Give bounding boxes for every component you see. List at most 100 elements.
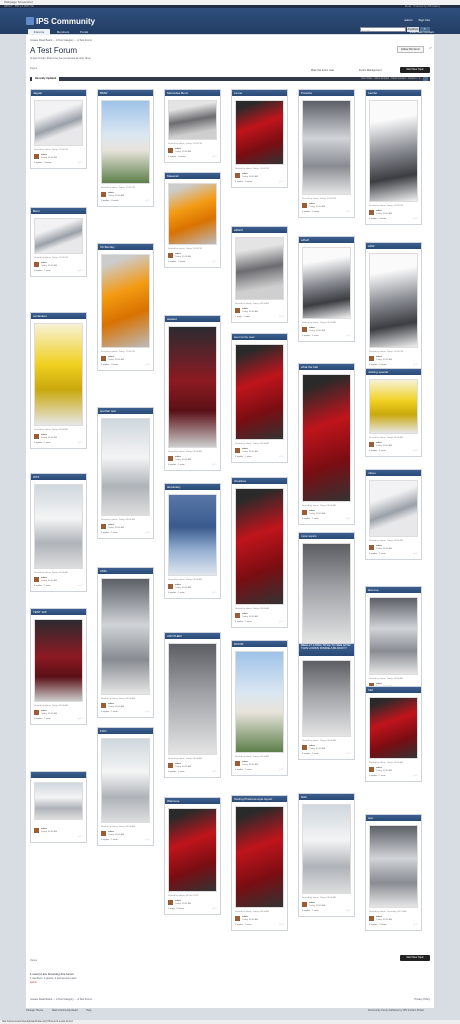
topic-title[interactable]: more topics bbox=[299, 533, 354, 539]
topic-card[interactable]: Testing Pinterest-style layout Started by… bbox=[231, 795, 288, 931]
sign-out-link[interactable]: Sign Out bbox=[418, 18, 430, 22]
topic-title[interactable]: Jaguar bbox=[31, 90, 86, 96]
topic-title[interactable]: chotobox bbox=[232, 478, 287, 484]
topic-title[interactable]: last one bbox=[366, 587, 421, 593]
topic-title[interactable]: fdsf bbox=[366, 687, 421, 693]
avatar[interactable] bbox=[168, 584, 173, 589]
mark-community-read-link[interactable]: Mark Community Read bbox=[52, 1009, 78, 1012]
breadcrumb[interactable]: Grease Road Board → A Test Category → A … bbox=[30, 39, 92, 42]
avatar[interactable] bbox=[34, 434, 39, 439]
topic-card[interactable]: sdfsdf Started by admin, Today, 09:06 AM a… bbox=[298, 236, 355, 342]
avatar[interactable] bbox=[235, 613, 240, 618]
avatar[interactable] bbox=[235, 448, 240, 453]
moderation-checkbox-icon[interactable]: ◷ ☐ bbox=[145, 839, 150, 842]
avatar[interactable] bbox=[34, 154, 39, 159]
moderation-checkbox-icon[interactable]: ◷ ☐ bbox=[413, 775, 418, 778]
topic-card[interactable]: test Started by admin, Yesterday, 09:11 A… bbox=[365, 814, 422, 931]
sort-options[interactable]: Start Date · Most Replied · Most Viewed … bbox=[361, 77, 420, 81]
topic-image[interactable] bbox=[369, 480, 418, 537]
moderation-checkbox-icon[interactable]: ◷ ☐ bbox=[346, 335, 351, 338]
topic-title[interactable]: nothing special bbox=[366, 369, 421, 375]
breadcrumb-bottom[interactable]: Grease Road Board → A Test Category → A … bbox=[30, 998, 92, 1001]
moderation-checkbox-icon[interactable]: ◷ ☐ bbox=[413, 364, 418, 367]
change-theme-link[interactable]: Change Theme bbox=[26, 1009, 43, 1012]
topic-card[interactable]: ANOTHER Started by admin, Today, 09:06 AM… bbox=[164, 632, 221, 778]
topic-card[interactable]: BMW Started by admin, Today, 11:06 PM admi… bbox=[97, 89, 154, 207]
start-new-topic-button[interactable]: Start New Topic bbox=[400, 67, 430, 73]
topic-image[interactable] bbox=[101, 418, 150, 516]
moderation-checkbox-icon[interactable]: ◷ ☐ bbox=[78, 836, 83, 839]
avatar[interactable] bbox=[34, 262, 39, 267]
avatar[interactable] bbox=[101, 356, 106, 361]
avatar[interactable] bbox=[101, 192, 106, 197]
topic-image[interactable] bbox=[168, 494, 217, 576]
topic-card[interactable]: asdasd Started by admin, Today, 09:06 AM a… bbox=[164, 315, 221, 471]
topic-image[interactable] bbox=[369, 697, 418, 759]
topic-card[interactable]: another test Started by admin, Today, 09:… bbox=[97, 407, 154, 539]
avatar[interactable] bbox=[34, 577, 39, 582]
pagination-bottom[interactable]: Pages bbox=[30, 959, 37, 962]
topic-card[interactable]: absolutely Started by admin, Today, 09:06… bbox=[164, 483, 221, 599]
topic-title[interactable]: REALLY LONG TITLE TO SEE HOW THIS LOOKS … bbox=[299, 644, 354, 656]
topic-image[interactable] bbox=[235, 806, 284, 908]
moderation-checkbox-icon[interactable]: ◷ ☐ bbox=[279, 924, 284, 927]
avatar[interactable] bbox=[369, 356, 374, 361]
moderation-checkbox-icon[interactable]: ◷ ☐ bbox=[78, 718, 83, 721]
topic-image[interactable] bbox=[235, 488, 284, 605]
topic-image[interactable] bbox=[34, 323, 83, 426]
moderation-checkbox-icon[interactable]: ◷ ☐ bbox=[413, 450, 418, 453]
topic-image[interactable] bbox=[302, 660, 351, 737]
topic-card[interactable]: nothing special Started by admin, Today, … bbox=[365, 368, 422, 457]
topic-title[interactable]: absolutely bbox=[165, 484, 220, 490]
topic-card[interactable]: Lexus Started by admin, Today, 11:06 PM ad… bbox=[231, 89, 288, 188]
pagination[interactable]: Pages bbox=[30, 67, 37, 70]
topic-image[interactable] bbox=[369, 253, 418, 348]
topic-card[interactable]: WTF Started by admin, Today, 09:06 AM admi… bbox=[30, 473, 87, 592]
moderation-checkbox-icon[interactable]: ◷ ☐ bbox=[279, 456, 284, 459]
topic-title[interactable]: sdfsfsf bbox=[232, 227, 287, 233]
avatar[interactable] bbox=[369, 767, 374, 772]
topic-image[interactable] bbox=[302, 543, 351, 644]
topic-image[interactable] bbox=[168, 808, 217, 892]
topic-image[interactable] bbox=[235, 100, 284, 165]
moderation-checkbox-icon[interactable]: ◷ ☐ bbox=[413, 218, 418, 221]
topic-title[interactable]: mbau bbox=[366, 470, 421, 476]
topic-title[interactable]: BMW bbox=[98, 90, 153, 96]
topic-image[interactable] bbox=[101, 738, 150, 823]
avatar[interactable] bbox=[235, 173, 240, 178]
topic-card[interactable]: admin Today, 09:06 AM ◷ ☐ bbox=[30, 771, 87, 843]
avatar[interactable] bbox=[168, 253, 173, 258]
topic-card[interactable]: last one Started by admin, Today, 09:06 A… bbox=[365, 586, 422, 698]
user-link[interactable]: admin bbox=[404, 18, 412, 22]
topic-image[interactable] bbox=[34, 619, 83, 702]
moderation-checkbox-icon[interactable]: ◷ ☐ bbox=[413, 924, 418, 927]
topic-card[interactable]: Porsche Started by admin, Today, 11:06 PM… bbox=[298, 89, 355, 218]
avatar[interactable] bbox=[34, 710, 39, 715]
start-new-topic-button-bottom[interactable]: Start New Topic bbox=[400, 955, 430, 961]
site-logo[interactable]: IPS Community bbox=[26, 17, 95, 26]
moderation-checkbox-icon[interactable]: ◷ ☐ bbox=[212, 771, 217, 774]
avatar[interactable] bbox=[168, 148, 173, 153]
topic-title[interactable]: soon to be over bbox=[232, 334, 287, 340]
avatar[interactable] bbox=[101, 831, 106, 836]
topic-title[interactable]: Mercedes-Benz bbox=[165, 90, 220, 96]
topic-card[interactable]: Mercedes-Benz Started by admin, Today, 11… bbox=[164, 89, 221, 163]
topic-image[interactable] bbox=[235, 237, 284, 300]
moderation-checkbox-icon[interactable]: ◷ ☐ bbox=[145, 200, 150, 203]
topic-image[interactable] bbox=[168, 100, 217, 140]
moderation-checkbox-icon[interactable]: ◷ ☐ bbox=[145, 711, 150, 714]
avatar[interactable] bbox=[235, 761, 240, 766]
avatar[interactable] bbox=[369, 916, 374, 921]
avatar[interactable] bbox=[302, 745, 307, 750]
topic-title[interactable]: Welcome bbox=[165, 798, 220, 804]
topic-image[interactable] bbox=[34, 782, 83, 820]
topic-title[interactable]: Lexus bbox=[232, 90, 287, 96]
topic-card[interactable]: sdfsf Started by admin, Today, 11:06 PM ad… bbox=[365, 242, 422, 371]
topic-image[interactable] bbox=[34, 218, 83, 254]
topic-image[interactable] bbox=[101, 578, 150, 695]
avatar[interactable] bbox=[369, 210, 374, 215]
avatar[interactable] bbox=[168, 900, 173, 905]
topic-image[interactable] bbox=[235, 651, 284, 753]
topic-card[interactable]: chotobox Started by admin, Today, 09:06 A… bbox=[231, 477, 288, 628]
topic-card[interactable]: blah Started by admin, Today, 09:06 AM adm… bbox=[298, 793, 355, 917]
